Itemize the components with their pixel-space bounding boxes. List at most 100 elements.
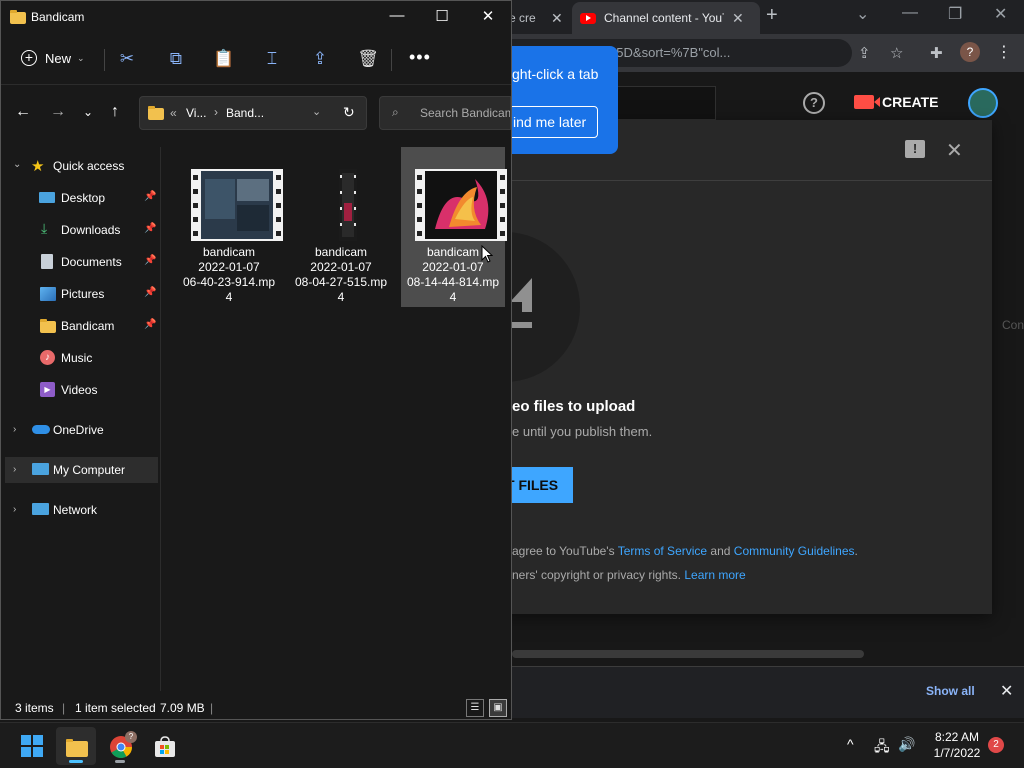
share-icon[interactable]: ⇪ (858, 44, 871, 62)
video-thumbnail-icon (415, 169, 507, 241)
recent-locations-chevron-icon[interactable]: ⌄ (83, 105, 93, 119)
selected-count: 1 item selected (75, 701, 156, 715)
rename-icon[interactable]: ⌶ (261, 49, 283, 69)
video-thumbnail-icon (339, 169, 357, 241)
maximize-icon[interactable]: ☐ (432, 7, 452, 25)
delete-icon[interactable]: 🗑 (357, 49, 379, 69)
notification-badge[interactable]: 2 (988, 737, 1004, 753)
back-arrow-icon[interactable]: ← (15, 103, 31, 121)
community-guidelines-link[interactable]: Community Guidelines (734, 544, 855, 558)
share-icon[interactable]: ⇪ (309, 49, 331, 69)
pin-icon: 📌 (144, 255, 157, 266)
close-icon[interactable]: ✕ (478, 7, 498, 25)
explorer-titlebar[interactable]: Bandicam — ☐ ✕ (1, 1, 511, 33)
chrome-taskbar-button[interactable]: ? (100, 727, 140, 765)
file-item[interactable]: bandicam 2022-01-07 06-40-23-914.mp 4 (177, 147, 283, 307)
details-view-icon[interactable]: ☰ (466, 699, 484, 717)
dialog-subtitle: e until you publish them. (512, 424, 653, 439)
sidebar-item-onedrive[interactable]: › OneDrive (5, 417, 158, 443)
profile-avatar[interactable]: ? (960, 42, 980, 62)
selected-size: 7.09 MB (160, 701, 205, 715)
chevron-down-icon[interactable]: ⌄ (13, 159, 21, 170)
chevron-right-icon[interactable]: › (13, 464, 16, 475)
cut-icon[interactable]: ✂ (116, 49, 138, 69)
show-all-downloads-link[interactable]: Show all (926, 684, 975, 698)
tab-search-icon[interactable]: ⌄ (856, 4, 869, 24)
downloads-bar: Show all ✕ (512, 666, 1024, 718)
search-box[interactable]: ⌕ Search Bandicam (379, 96, 511, 130)
video-thumbnail-icon (191, 169, 283, 241)
remind-me-later-button[interactable]: ind me later (504, 106, 598, 138)
large-icons-view-icon[interactable]: ▣ (489, 699, 507, 717)
chevron-right-icon[interactable]: › (13, 424, 16, 435)
close-tab-icon[interactable]: ✕ (551, 10, 563, 27)
breadcrumb-overflow-icon[interactable]: « (170, 106, 177, 120)
clock-time: 8:22 AM (934, 730, 980, 744)
chrome-menu-icon[interactable]: ⋮ (996, 42, 1012, 62)
learn-more-link[interactable]: Learn more (684, 568, 745, 582)
file-name-line: 2022-01-07 (310, 260, 372, 274)
pin-icon: 📌 (144, 319, 157, 330)
chrome-tab-youtube[interactable]: Channel content - YouTube ✕ (572, 2, 760, 34)
close-tab-icon[interactable]: ✕ (732, 10, 744, 27)
sidebar-item-label: OneDrive (53, 423, 104, 437)
sidebar-item-quick-access[interactable]: ⌄ ★ Quick access (5, 153, 158, 179)
breadcrumb-videos[interactable]: Vi... (186, 106, 206, 120)
window-title: Bandicam (31, 10, 85, 24)
help-icon[interactable]: ? (803, 92, 825, 114)
file-explorer-taskbar-button[interactable] (56, 727, 96, 765)
address-bar[interactable]: « Vi... › Band... ⌄ ↻ (139, 96, 367, 130)
file-item-selected[interactable]: bandicam 2022-01-07 08-14-44-814.mp 4 (401, 147, 507, 307)
navigation-pane: ⌄ ★ Quick access Desktop 📌 ⤓ Downloads 📌… (1, 147, 161, 691)
dialog-divider (500, 180, 992, 181)
item-count: 3 items (15, 701, 54, 715)
sidebar-item-music[interactable]: ♪ Music (5, 345, 158, 371)
file-item[interactable]: bandicam 2022-01-07 08-04-27-515.mp 4 (289, 147, 393, 307)
start-button[interactable] (12, 727, 52, 765)
chevron-right-icon[interactable]: › (13, 504, 16, 515)
file-name-line: 08-04-27-515.mp (294, 275, 388, 289)
new-tab-icon[interactable]: + (766, 4, 778, 27)
restore-icon[interactable]: ❐ (948, 4, 962, 24)
more-options-icon[interactable]: ••• (409, 47, 431, 68)
bookmark-star-icon[interactable]: ☆ (890, 44, 903, 62)
close-dialog-icon[interactable]: ✕ (946, 138, 963, 163)
sidebar-item-downloads[interactable]: ⤓ Downloads 📌 (5, 217, 158, 243)
feedback-icon[interactable]: ! (905, 140, 925, 158)
sidebar-item-bandicam[interactable]: Bandicam 📌 (5, 313, 158, 339)
clock[interactable]: 8:22 AM 1/7/2022 (930, 729, 984, 761)
create-button[interactable]: CREATE (854, 94, 939, 110)
sidebar-item-desktop[interactable]: Desktop 📌 (5, 185, 158, 211)
breadcrumb-bandicam[interactable]: Band... (226, 106, 264, 120)
forward-arrow-icon[interactable]: → (50, 103, 66, 121)
sidebar-item-my-computer[interactable]: › My Computer (5, 457, 158, 483)
address-dropdown-icon[interactable]: ⌄ (312, 105, 321, 118)
volume-icon[interactable]: 🔊 (898, 736, 915, 753)
show-hidden-icons-chevron-icon[interactable]: ^ (847, 736, 854, 752)
channel-avatar[interactable] (968, 88, 998, 118)
store-taskbar-button[interactable] (144, 727, 184, 765)
refresh-icon[interactable]: ↻ (343, 104, 355, 121)
download-icon: ⤓ (41, 220, 48, 236)
chrome-tab-previous[interactable]: re cre ✕ (505, 2, 570, 34)
sidebar-item-documents[interactable]: Documents 📌 (5, 249, 158, 275)
upload-arrow-icon (510, 278, 532, 328)
sidebar-item-network[interactable]: › Network (5, 497, 158, 523)
terms-of-service-link[interactable]: Terms of Service (618, 544, 707, 558)
minimize-icon[interactable]: — (902, 4, 918, 22)
copy-icon[interactable]: ⧉ (165, 49, 187, 69)
close-icon[interactable]: ✕ (994, 4, 1007, 24)
network-status-icon[interactable]: 🖧 (874, 736, 890, 760)
sidebar-item-pictures[interactable]: Pictures 📌 (5, 281, 158, 307)
horizontal-scrollbar[interactable] (512, 650, 864, 658)
paste-icon[interactable]: 📋 (213, 49, 235, 69)
extensions-icon[interactable]: ✚ (930, 44, 943, 62)
up-arrow-icon[interactable]: ↑ (111, 103, 119, 121)
new-button[interactable]: + New ⌄ (21, 50, 85, 66)
close-downloads-bar-icon[interactable]: ✕ (1000, 681, 1013, 701)
tab-title: Channel content - YouTube (604, 11, 724, 25)
sidebar-item-label: Videos (61, 383, 98, 397)
music-icon: ♪ (40, 350, 55, 365)
sidebar-item-videos[interactable]: ▶ Videos (5, 377, 158, 403)
minimize-icon[interactable]: — (387, 7, 407, 24)
